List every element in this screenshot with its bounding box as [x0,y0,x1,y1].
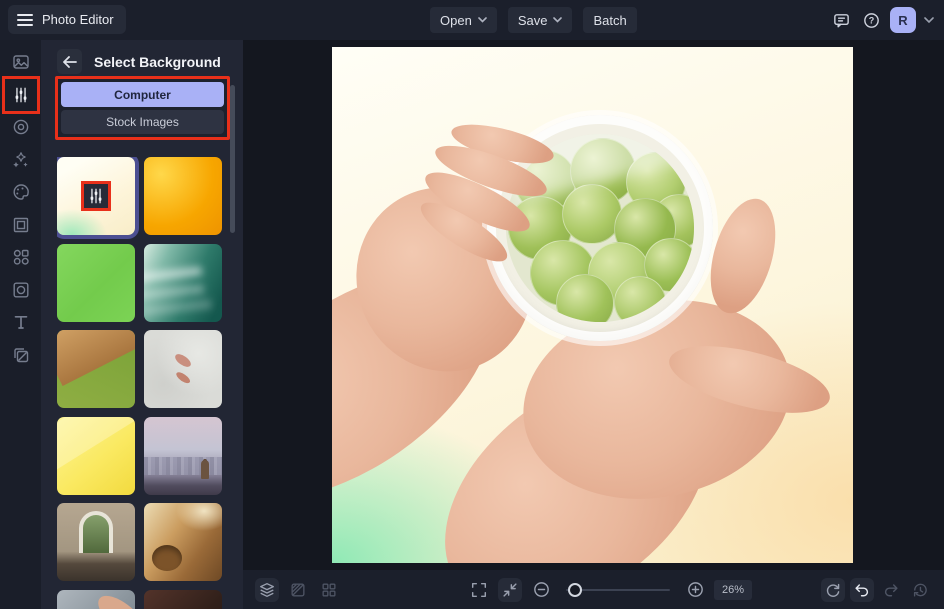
chevron-down-icon [553,17,562,23]
zoom-slider-handle[interactable] [568,583,582,597]
batch-button[interactable]: Batch [583,7,636,33]
computer-button[interactable]: Computer [61,82,224,107]
undo-icon[interactable] [850,578,874,602]
thumbnail-wooden-bowls[interactable] [144,503,222,581]
sidebar-item-crop[interactable] [9,213,33,237]
palette-icon [11,182,31,202]
avatar-initial: R [898,13,907,28]
reset-icon[interactable] [821,578,845,602]
avatar[interactable]: R [890,7,916,33]
thumbnail-marble-shells[interactable] [144,330,222,408]
sidebar-item-effects[interactable] [9,148,33,172]
thumbnail-orange-gradient[interactable] [144,157,222,235]
sidebar-item-draw[interactable] [9,180,33,204]
shapes-icon [11,247,31,267]
svg-text:?: ? [868,15,874,25]
eye-icon [11,117,31,137]
right-thumb [699,191,787,320]
bottom-toolbar: 26% [243,570,944,609]
back-button[interactable] [57,49,82,74]
thumbnail-grass-and-wood[interactable] [57,330,135,408]
help-icon[interactable]: ? [860,9,882,31]
background-thumbnail-grid [57,157,227,609]
sparkles-icon [11,150,31,170]
thumbnail-green-texture[interactable] [57,244,135,322]
frame-icon [11,215,31,235]
save-button-label: Save [518,13,548,28]
layers-icon[interactable] [255,578,279,602]
photo-editor-app: Photo Editor Open Save Batch [0,0,944,609]
zoom-level-badge[interactable]: 26% [714,580,752,600]
gummy [614,276,666,322]
zoom-in-icon[interactable] [683,578,707,602]
sidebar-item-duplicate[interactable] [9,343,33,367]
adjust-icon [12,86,30,104]
account-chevron-down-icon[interactable] [924,14,936,26]
copy-icon [11,345,31,365]
thumbnail-stone-spa[interactable] [57,590,135,609]
app-title: Photo Editor [42,12,114,27]
sidebar-item-elements[interactable] [9,245,33,269]
sidebar-item-retouch[interactable] [9,115,33,139]
chevron-down-icon [478,17,487,23]
gummy [562,184,622,244]
zoom-out-icon[interactable] [529,578,553,602]
fit-screen-icon[interactable] [498,578,522,602]
sidebar-item-adjust[interactable] [9,83,33,107]
thumbnail-current-background[interactable] [57,157,135,235]
thumbnail-teal-gradient[interactable] [144,244,222,322]
batch-button-label: Batch [593,13,626,28]
thumbnail-city-skyline[interactable] [144,417,222,495]
thumbnail-bathroom-window[interactable] [57,503,135,581]
top-bar: Photo Editor Open Save Batch [0,0,944,40]
main-menu-button[interactable]: Photo Editor [8,5,126,34]
adjust-icon [81,181,111,211]
panel-title: Select Background [94,54,221,70]
sidebar-item-frames[interactable] [9,278,33,302]
source-highlight-box: Computer Stock Images [55,76,230,140]
text-icon [11,312,31,332]
thumbnail-yellow-gradient[interactable] [57,417,135,495]
tool-sidebar [0,40,41,609]
sidebar-item-text[interactable] [9,310,33,334]
image-icon [11,52,31,72]
panel-scrollbar[interactable] [230,85,235,233]
thumbnail-candles[interactable] [144,590,222,609]
zoom-slider[interactable] [566,583,670,597]
framecircle-icon [11,280,31,300]
back-arrow-icon [63,56,77,68]
feedback-icon[interactable] [830,9,852,31]
fullscreen-icon[interactable] [467,578,491,602]
image-canvas[interactable] [332,47,853,563]
grid-icon[interactable] [317,578,341,602]
compare-icon[interactable] [286,578,310,602]
menu-icon [17,13,33,27]
sidebar-item-image[interactable] [9,50,33,74]
background-panel: Select Background Computer Stock Images [41,40,243,609]
open-button-label: Open [440,13,472,28]
save-button[interactable]: Save [508,7,573,33]
history-icon[interactable] [908,578,932,602]
open-button[interactable]: Open [430,7,497,33]
stock-images-button[interactable]: Stock Images [61,110,224,134]
workspace [243,40,944,609]
redo-icon[interactable] [879,578,903,602]
